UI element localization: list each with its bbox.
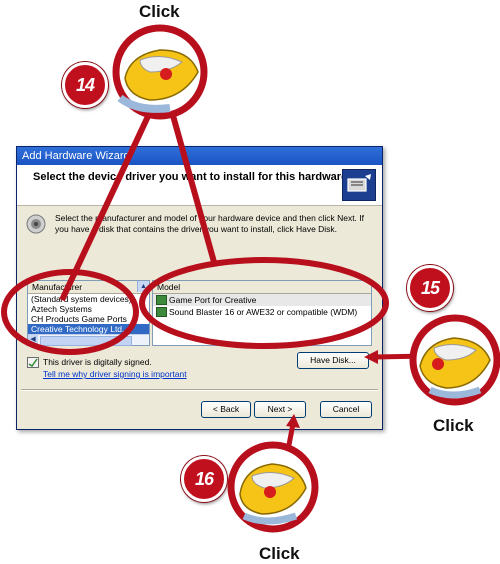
arrow-head-icon: [364, 350, 378, 364]
arrow-head-icon: [286, 414, 300, 428]
mouse-click-icon-top: [112, 24, 208, 120]
mouse-click-icon-bottom: [227, 441, 319, 533]
callout-connector-line: [169, 111, 217, 263]
annotation-overlay: [1, 24, 500, 533]
mouse-click-icon-right: [409, 314, 500, 406]
highlight-ellipse-model: [139, 257, 389, 349]
